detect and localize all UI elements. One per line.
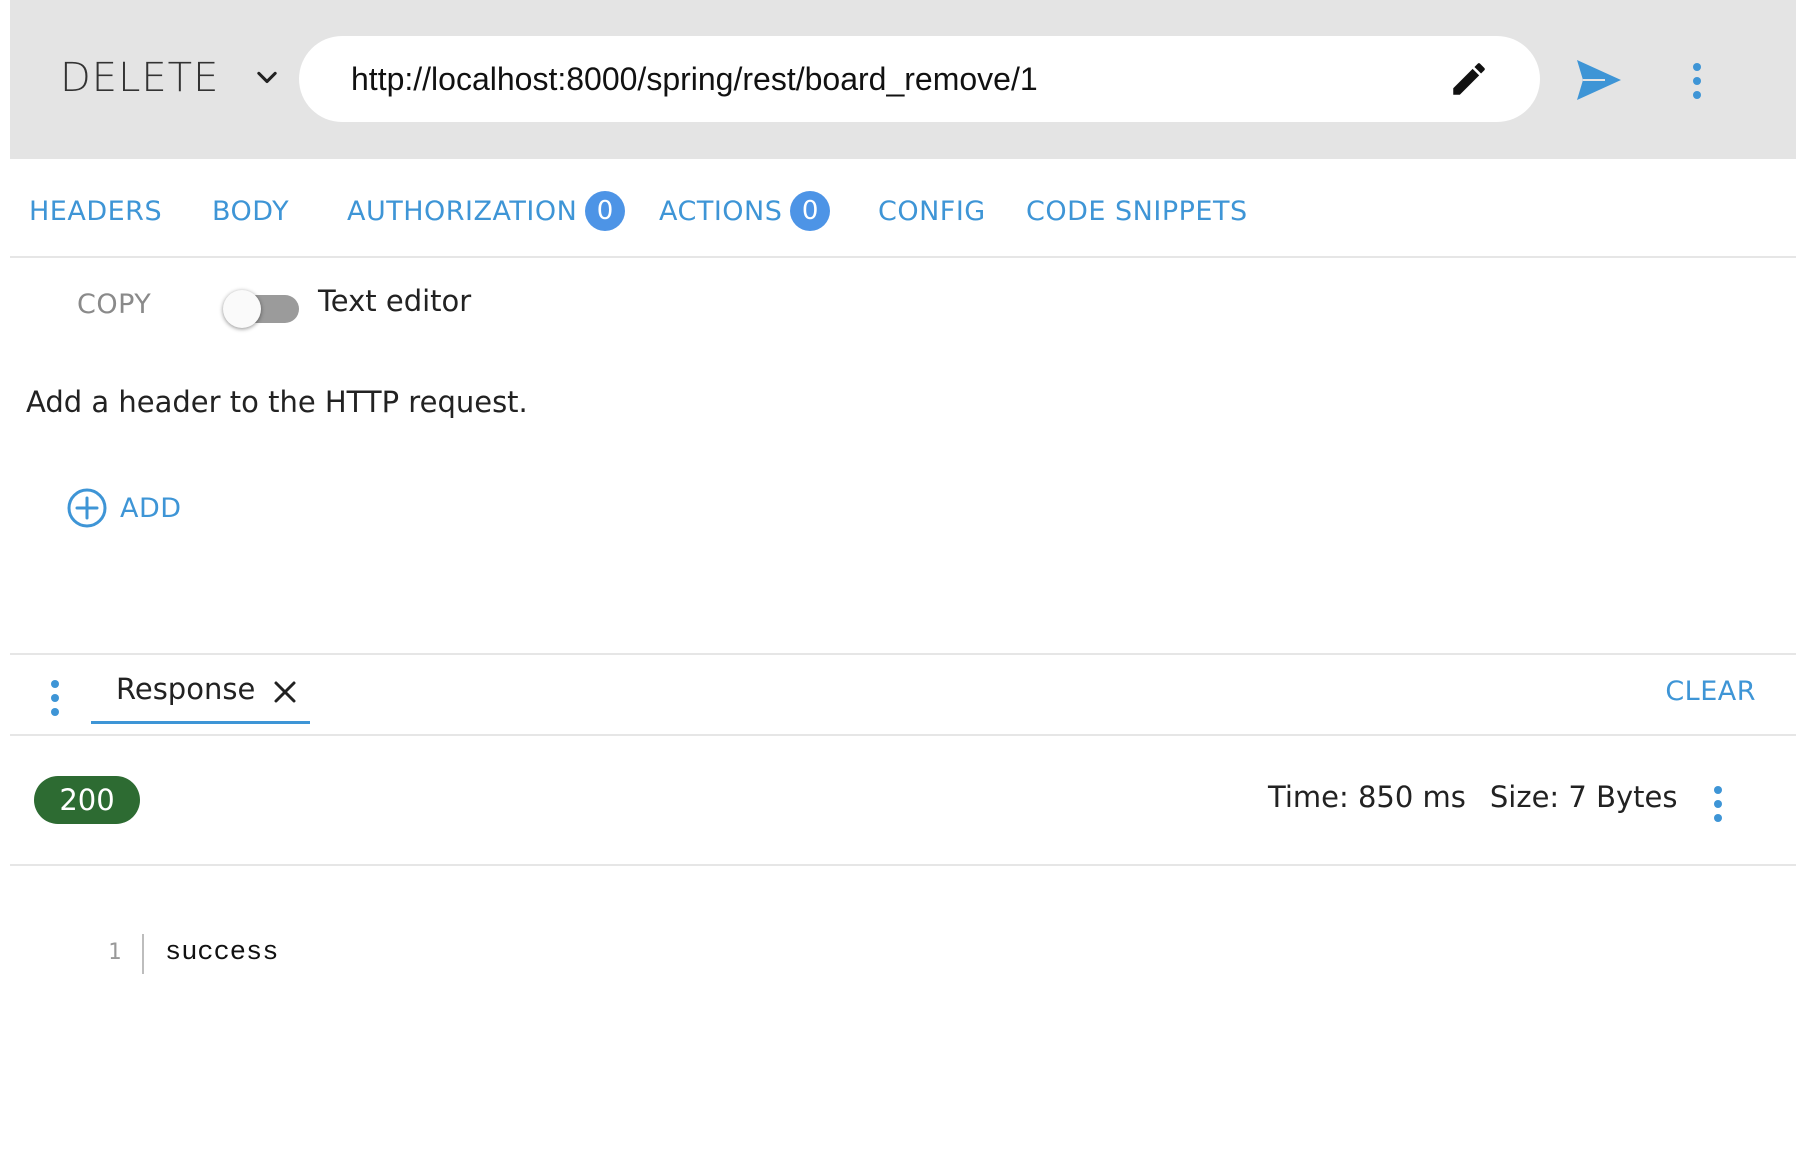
tab-label: HEADERS <box>29 195 163 227</box>
pencil-icon[interactable] <box>1448 58 1490 100</box>
add-label: ADD <box>120 492 182 524</box>
code-line: success <box>165 938 279 968</box>
toggle-knob <box>223 290 261 328</box>
count-badge: 0 <box>585 191 626 231</box>
line-number: 1 <box>108 940 122 965</box>
gutter-line <box>142 934 144 974</box>
response-size: Size: 7 Bytes <box>1489 780 1678 814</box>
clear-button[interactable]: CLEAR <box>1665 676 1756 707</box>
plus-circle-icon <box>66 487 108 529</box>
more-vertical-icon[interactable] <box>1711 785 1725 823</box>
tab-label: CONFIG <box>878 195 986 227</box>
request-tabs: HEADERS BODY AUTHORIZATION 0 ACTIONS 0 C… <box>10 159 1796 258</box>
url-text[interactable]: http://localhost:8000/spring/rest/board_… <box>351 61 1038 98</box>
request-bar: DELETE http://localhost:8000/spring/rest… <box>10 0 1796 159</box>
text-editor-toggle[interactable] <box>223 290 301 328</box>
method-select[interactable]: DELETE <box>60 50 281 106</box>
tab-config[interactable]: CONFIG <box>878 189 986 233</box>
response-time: Time: 850 ms <box>1268 780 1466 814</box>
send-icon[interactable] <box>1575 58 1623 102</box>
tab-label: CODE SNIPPETS <box>1026 195 1248 227</box>
more-vertical-icon[interactable] <box>48 679 62 717</box>
close-icon[interactable] <box>271 678 299 706</box>
tab-headers[interactable]: HEADERS <box>29 189 162 233</box>
divider <box>10 734 1796 736</box>
more-vertical-icon[interactable] <box>1690 62 1704 100</box>
rest-client-app: DELETE http://localhost:8000/spring/rest… <box>10 0 1796 1170</box>
response-meta: Time: 850 ms Size: 7 Bytes <box>1268 780 1677 814</box>
tab-response[interactable]: Response <box>91 668 310 724</box>
status-badge: 200 <box>34 776 140 824</box>
response-body-viewer[interactable]: 1 success <box>10 930 1796 980</box>
tab-body[interactable]: BODY <box>212 189 289 233</box>
method-label: DELETE <box>60 55 220 101</box>
tab-authorization[interactable]: AUTHORIZATION 0 <box>347 189 626 233</box>
tab-label: ACTIONS <box>659 195 783 227</box>
tab-code-snippets[interactable]: CODE SNIPPETS <box>1026 189 1248 233</box>
tab-label: AUTHORIZATION <box>347 195 578 227</box>
divider <box>10 864 1796 866</box>
tab-actions[interactable]: ACTIONS 0 <box>659 189 831 233</box>
url-field[interactable]: http://localhost:8000/spring/rest/board_… <box>299 36 1540 122</box>
headers-help-text: Add a header to the HTTP request. <box>26 385 528 419</box>
count-badge: 0 <box>790 191 831 231</box>
divider <box>10 653 1796 655</box>
tab-label: Response <box>116 672 256 706</box>
toggle-label: Text editor <box>318 284 472 318</box>
add-header-button[interactable]: ADD <box>66 486 182 530</box>
chevron-down-icon <box>253 64 281 92</box>
copy-button[interactable]: COPY <box>77 289 151 320</box>
tab-label: BODY <box>212 195 290 227</box>
